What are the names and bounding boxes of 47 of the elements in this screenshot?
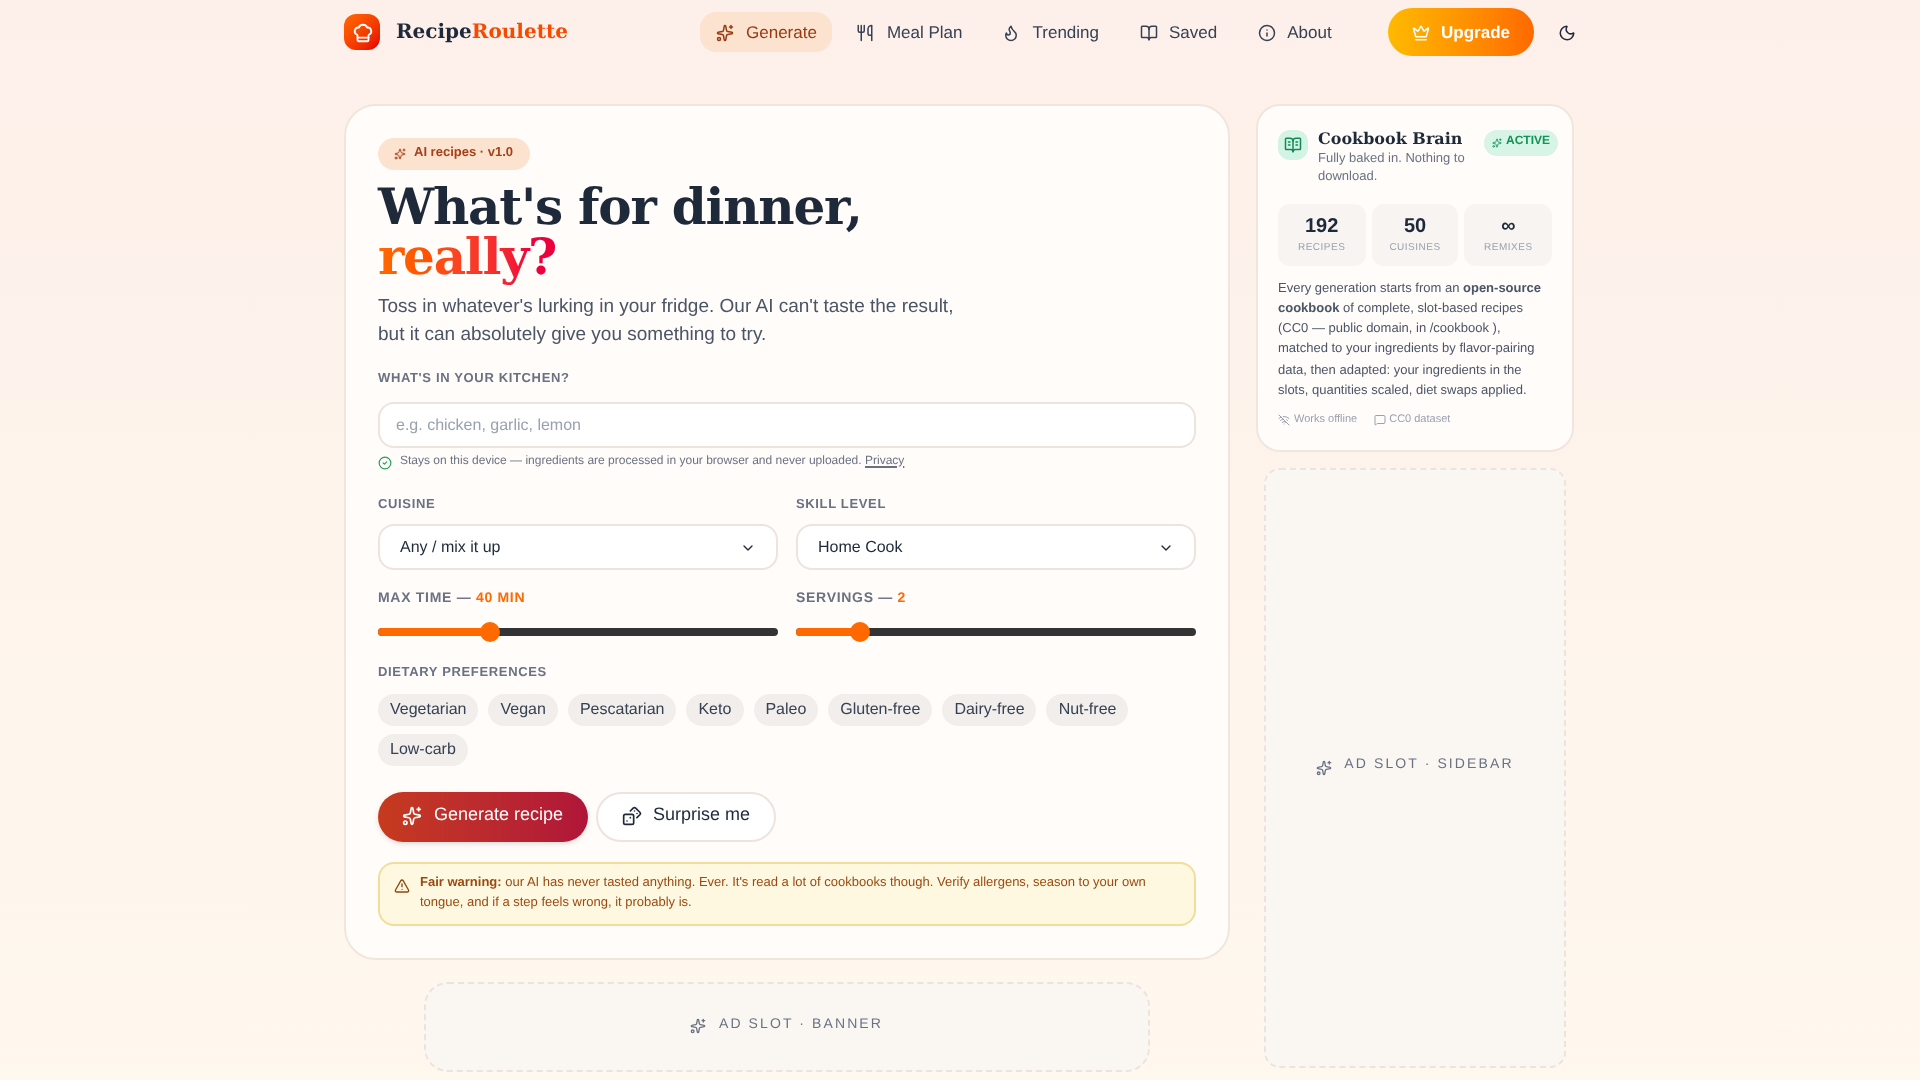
crown-icon: [1411, 23, 1430, 41]
nav-tab[interactable]: About: [1241, 11, 1348, 53]
generate-button[interactable]: Generate recipe: [378, 791, 588, 841]
intro-text: Toss in whatever's lurking in your fridge. Our AI can't taste the result, but it can absolutely give you something to try.: [378, 293, 956, 350]
book-icon: [1139, 23, 1157, 41]
warning-icon: [394, 877, 410, 893]
dropdown[interactable]: Home Cook: [796, 524, 1196, 571]
nav-tab[interactable]: Trending: [986, 11, 1115, 53]
slider-thumb[interactable]: [850, 621, 870, 642]
message-icon: [1373, 414, 1386, 427]
book-icon: [1278, 130, 1308, 160]
stat-value: 50: [1403, 214, 1427, 242]
nav-tab[interactable]: Saved: [1123, 11, 1234, 53]
sparkles-icon: [1316, 759, 1333, 776]
check-icon: [378, 455, 392, 469]
surprise-button[interactable]: Surprise me: [595, 791, 777, 841]
diet-chip[interactable]: Vegetarian: [378, 693, 479, 725]
diet-chip[interactable]: Keto: [686, 693, 744, 725]
diet-chip[interactable]: Pescatarian: [567, 693, 677, 725]
diet-chip[interactable]: Nut-free: [1046, 693, 1129, 725]
flame-icon: [1002, 23, 1021, 41]
slider[interactable]: [796, 627, 1196, 636]
dark-mode-icon[interactable]: [1558, 23, 1576, 41]
sparkles-icon: [716, 23, 734, 41]
diet-chip[interactable]: Dairy-free: [942, 693, 1037, 725]
ingredients-field[interactable]: e.g. chicken, garlic, lemon: [378, 401, 1196, 447]
info-icon: [1257, 23, 1276, 41]
diet-chip[interactable]: Paleo: [753, 693, 819, 725]
stat-value: ∞: [1501, 214, 1516, 242]
brand-name: RecipeRoulette: [396, 19, 568, 47]
card-title: Cookbook Brain: [1318, 126, 1465, 150]
stat-value: 192: [1304, 214, 1339, 242]
diet-chip[interactable]: Vegan: [488, 693, 558, 725]
diet-chip[interactable]: Low-carb: [378, 733, 468, 765]
dropdown[interactable]: Any / mix it up: [378, 524, 778, 571]
wifi-off-icon: [1278, 414, 1290, 427]
dice-icon: [621, 806, 642, 826]
slider[interactable]: [378, 627, 778, 636]
sparkles-icon: [690, 1018, 707, 1034]
headline: What's for dinner, really?: [378, 181, 864, 282]
nav-tab[interactable]: Generate: [700, 11, 833, 53]
utensils-icon: [856, 23, 875, 41]
diet-chip[interactable]: Gluten-free: [828, 693, 933, 725]
sparkles-icon: [402, 806, 422, 826]
logo-icon: [344, 14, 380, 50]
slider-thumb[interactable]: [480, 621, 500, 642]
nav-tab[interactable]: Meal Plan: [840, 11, 979, 53]
